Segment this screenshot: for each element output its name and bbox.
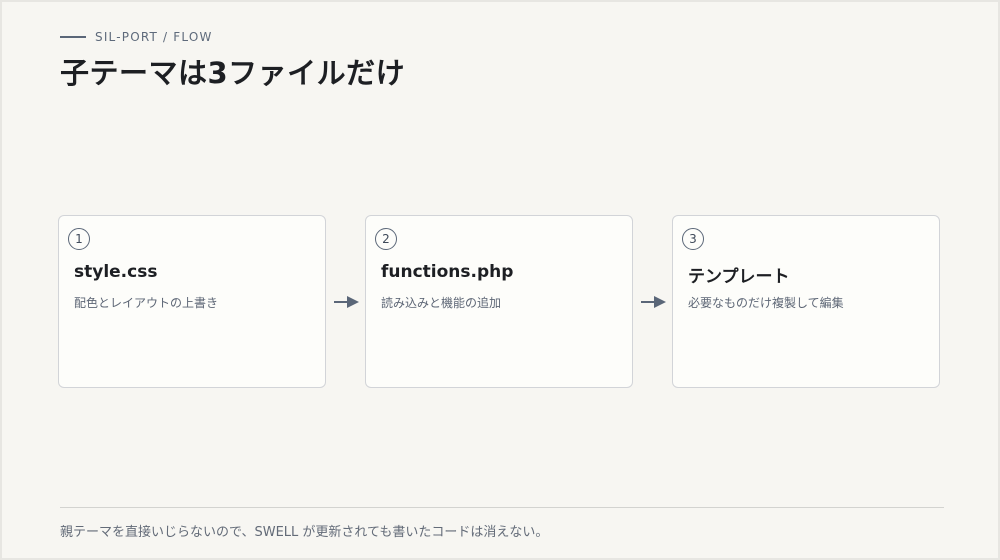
step-number-badge: 2 <box>375 228 397 250</box>
footer-note: 親テーマを直接いじらないので、SWELL が更新されても書いたコードは消えない。 <box>60 525 549 540</box>
step-title: functions.php <box>381 262 514 282</box>
footer-divider <box>60 507 944 508</box>
step-title: テンプレート <box>688 267 790 287</box>
step-card-3: 3 テンプレート 必要なものだけ複製して編集 <box>672 215 940 388</box>
step-title: style.css <box>74 262 158 282</box>
arrow-right-icon <box>641 296 666 308</box>
arrow-right-icon <box>334 296 359 308</box>
step-description: 読み込みと機能の追加 <box>381 296 502 310</box>
step-description: 配色とレイアウトの上書き <box>74 296 219 310</box>
eyebrow-text: SIL-PORT / FLOW <box>95 30 213 44</box>
eyebrow-rule <box>60 36 86 38</box>
page-title: 子テーマは3ファイルだけ <box>60 56 406 90</box>
step-number-badge: 3 <box>682 228 704 250</box>
step-card-2: 2 functions.php 読み込みと機能の追加 <box>365 215 633 388</box>
step-number-badge: 1 <box>68 228 90 250</box>
step-card-1: 1 style.css 配色とレイアウトの上書き <box>58 215 326 388</box>
slide: SIL-PORT / FLOW 子テーマは3ファイルだけ 1 style.css… <box>2 2 998 558</box>
step-description: 必要なものだけ複製して編集 <box>688 296 844 310</box>
eyebrow: SIL-PORT / FLOW <box>60 29 213 45</box>
